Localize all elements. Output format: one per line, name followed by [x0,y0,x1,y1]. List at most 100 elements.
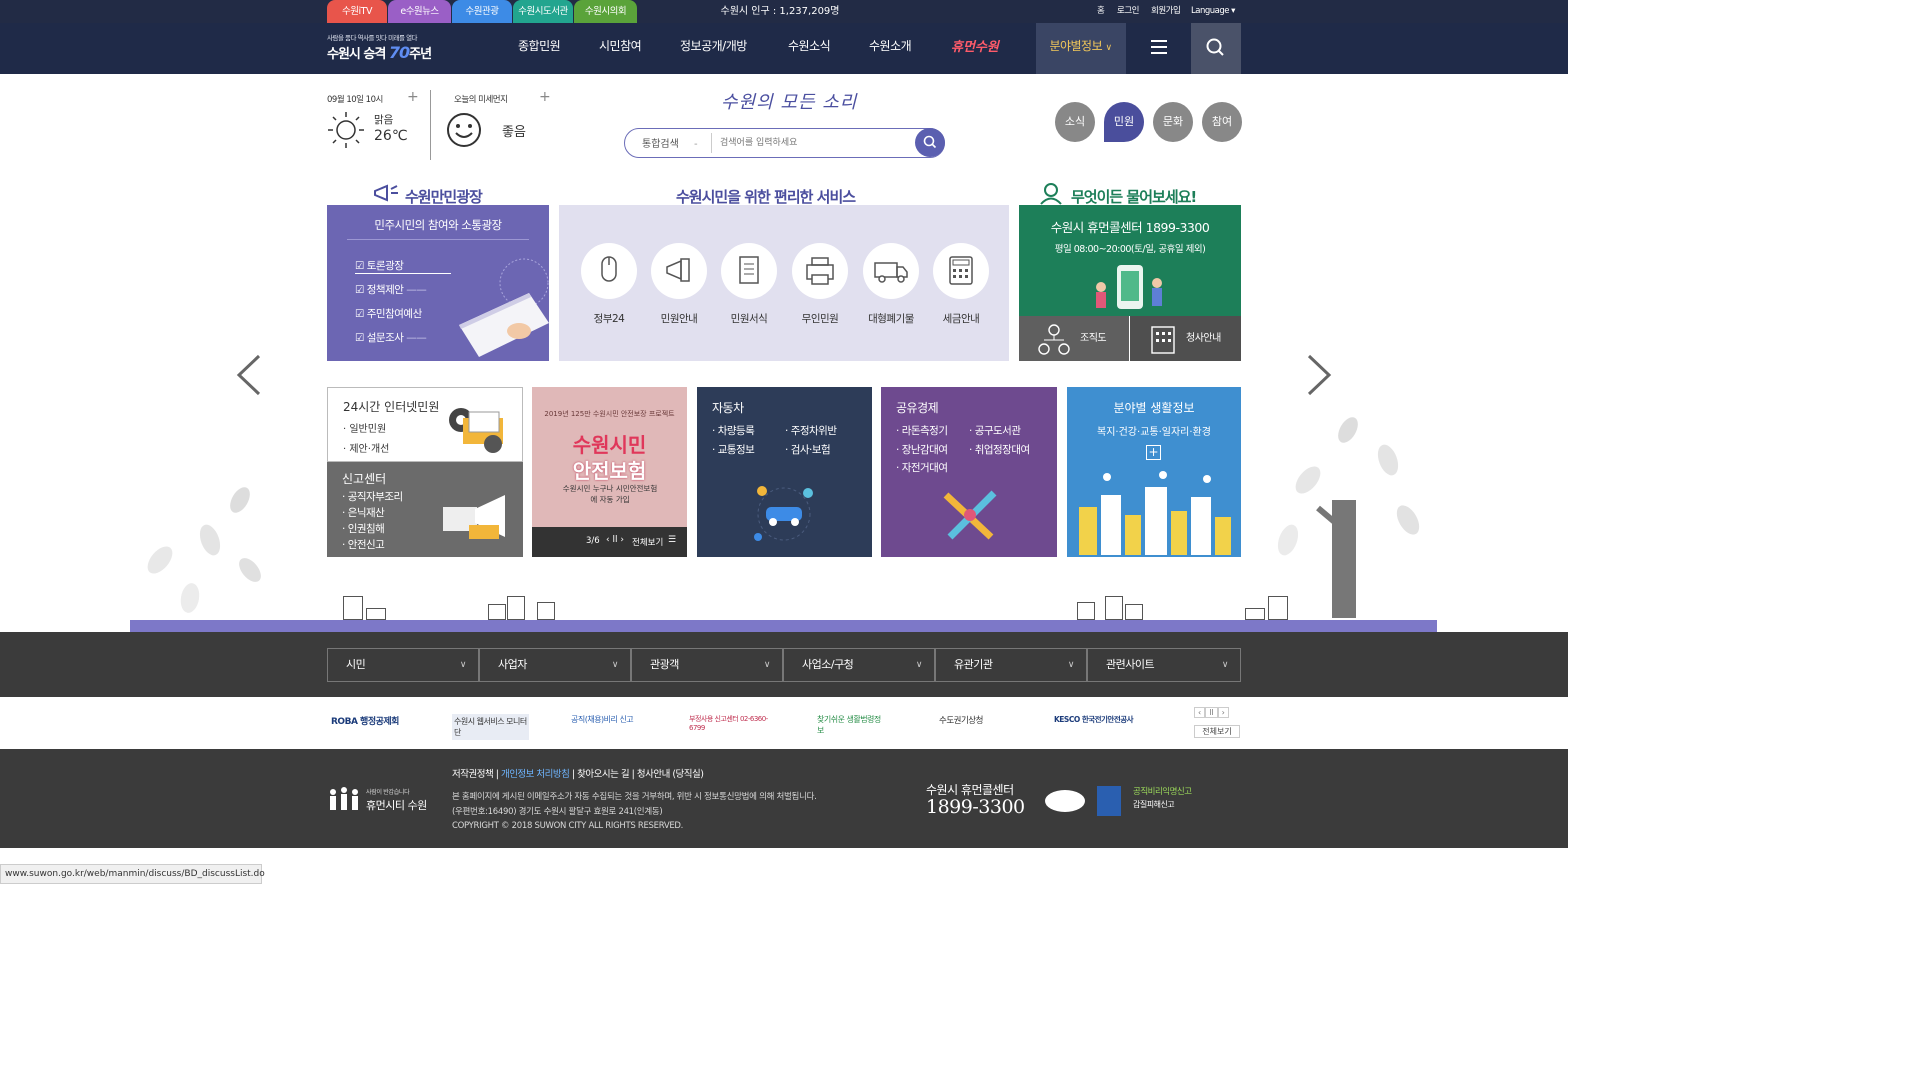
search-input[interactable] [711,133,911,153]
tile-report-center[interactable]: 신고센터 · 공직자부조리 · 은닉재산 · 인권침해 · 안전신고 [327,462,523,557]
pager-controls-icon[interactable]: ‹ ll › [606,535,624,545]
menu-participation[interactable]: 시민참여 [599,23,642,74]
harassment-report-link[interactable]: 갑질피해신고 [1133,799,1175,810]
tile-sharing-economy[interactable]: 공유경제 · 라돈측정기 · 공구도서관 · 장난감대여 · 취업정장대여 · … [881,387,1057,557]
plaza-item-label: 설문조사 [366,332,404,344]
plaza-item-survey[interactable]: ☑ 설문조사 —— [355,330,427,345]
hamburger-icon-line [1151,46,1167,48]
tile-car-item: · 주정차위반 [785,425,837,437]
footer-select-related-org[interactable]: 유관기관 ∨ [935,648,1087,682]
tile-report-title: 신고센터 [342,472,387,486]
laptop-illustration [459,258,549,357]
human-suwon-logo[interactable]: 휴먼수원 [951,36,999,55]
login-link[interactable]: 로그인 [1117,0,1139,23]
menu-civil-affairs[interactable]: 종합민원 [518,23,561,74]
ask-heading: 무엇이든 물어보세요! [1071,188,1197,206]
menu-news[interactable]: 수원소식 [788,23,831,74]
leaves-decoration [147,487,261,613]
anonymous-report-link[interactable]: 공직비리익명신고 [1133,785,1192,797]
house-decoration [1077,602,1095,620]
call-center-box[interactable]: 수원시 휴먼콜센터 1899-3300 평일 08:00~20:00(토/일, … [1019,205,1241,316]
site-logo[interactable]: 수원시 승격 70주년 [327,43,432,62]
prev-arrow-icon[interactable] [233,352,263,397]
civil-forms-button[interactable] [721,243,777,299]
tile-internet-civil[interactable]: 24시간 인터넷민원 · 일반민원 · 제안·개선 [327,387,523,462]
field-info-menu[interactable]: 분야별정보 ∨ [1036,23,1125,74]
pause-icon[interactable]: ll [1205,707,1218,718]
language-select[interactable]: Language ▾ [1191,0,1235,23]
logo-tagline: 사람을 품다 역사를 잇다 미래를 열다 [327,34,418,42]
footer-select-related-site[interactable]: 관련사이트 ∨ [1087,648,1241,682]
banner-hiring-report[interactable]: 공직(채용)비리 신고 [571,714,634,725]
service-label-unmanned: 무인민원 [801,313,839,325]
office-guide-button[interactable]: 청사안내 [1130,316,1241,361]
copyright-policy-link[interactable]: 저작권정책 [452,769,494,780]
banner-life-law[interactable]: 찾기쉬운 생활법령정보 [817,714,887,736]
arrow-line-icon: —— [406,332,427,344]
home-link[interactable]: 홈 [1097,0,1105,23]
search-button[interactable] [915,128,945,157]
footer-select-office[interactable]: 사업소/구청 ∨ [783,648,935,682]
house-decoration [1268,596,1288,620]
call-center-title: 수원시 휴먼콜센터 1899-3300 [1050,220,1210,235]
plaza-item-policy[interactable]: ☑ 정책제안 —— [355,282,427,297]
search-toggle-button[interactable] [1191,23,1241,74]
footer-select-citizen[interactable]: 시민 ∨ [327,648,479,682]
unmanned-civil-button[interactable] [792,243,848,299]
dropdown-icon: - [694,139,698,150]
insurance-pager-bar: 3/6 ‹ ll › 전체보기 ☰ [532,527,687,557]
tab-suwon-tour[interactable]: 수원관광 [452,0,512,23]
menu-intro[interactable]: 수원소개 [869,23,912,74]
directions-link[interactable]: 찾아오시는 길 [577,769,629,780]
tab-e-suwon-news[interactable]: e수원뉴스 [388,0,451,23]
plaza-item-budget[interactable]: ☑ 주민참여예산 [355,306,422,321]
plaza-item-debate[interactable]: ☑ 토론광장 [355,258,451,274]
tax-guide-button[interactable] [933,243,989,299]
call-center-illustration [1096,265,1162,309]
banner-web-monitor[interactable]: 수원시 웹서비스 모니터단 [452,714,529,740]
weather-more-icon[interactable]: + [407,89,419,105]
banner-roba[interactable]: ROBA 행정공제회 [331,714,399,727]
bulky-waste-button[interactable] [863,243,919,299]
tab-participate-circle[interactable]: 참여 [1202,102,1242,142]
tab-suwon-council[interactable]: 수원시의회 [574,0,637,23]
banner-misuse-report[interactable]: 부정사용 신고센터 02-6360-6799 [689,714,771,732]
checkbox-icon: ☑ [355,332,364,344]
prev-icon[interactable]: ‹ [1194,707,1206,718]
dust-more-icon[interactable]: + [539,89,551,105]
menu-info-open[interactable]: 정보공개/개방 [680,23,747,74]
banner-view-all-button[interactable]: 전체보기 [1194,725,1240,738]
tile-life-title: 분야별 생활정보 [1113,401,1195,415]
gov24-button[interactable] [581,243,637,299]
civil-guide-button[interactable] [651,243,707,299]
tile-car[interactable]: 자동차 · 차량등록 · 주정차위반 · 교통정보 · 검사·보험 [697,387,872,557]
tab-suwon-library[interactable]: 수원시도서관 [513,0,573,23]
logo-title-b: 주년 [409,47,432,62]
tile-car-title: 자동차 [712,401,744,415]
banner-kesco[interactable]: KESCO 한국전기안전공사 [1054,714,1134,725]
tile-safety-insurance[interactable]: 2019년 125만 수원시민 안전보장 프로젝트 수원시민 안전보험 수원시민… [532,387,687,557]
hamburger-menu-button[interactable] [1125,23,1191,74]
tab-suwon-itv[interactable]: 수원iTV [327,0,387,23]
tile-internet-item: · 제안·개선 [343,444,390,455]
weather-divider [430,90,431,160]
footer-select-label: 유관기관 [954,658,993,671]
tab-civil-circle[interactable]: 민원 [1104,102,1144,142]
join-link[interactable]: 회원가입 [1151,0,1181,23]
plus-icon[interactable]: + [1146,445,1161,460]
office-link[interactable]: 청사안내 (당직실) [637,769,704,780]
org-chart-button[interactable]: 조직도 [1019,316,1129,361]
tab-news-circle[interactable]: 소식 [1055,102,1095,142]
house-decoration [507,596,525,620]
tile-life-info[interactable]: 분야별 생활정보 복지·건강·교통·일자리·환경 + [1067,387,1241,557]
banner-weather-admin[interactable]: 수도권기상청 [939,714,983,726]
plaza-heading: 수원만민광장 [405,188,483,206]
top-bar: 수원iTV e수원뉴스 수원관광 수원시도서관 수원시의회 수원시 인구 : 1… [0,0,1568,23]
footer-select-business[interactable]: 사업자 ∨ [479,648,631,682]
view-all-link[interactable]: 전체보기 [632,536,663,548]
tab-culture-circle[interactable]: 문화 [1153,102,1193,142]
next-icon[interactable]: › [1217,707,1229,718]
footer-select-tourist[interactable]: 관광객 ∨ [631,648,783,682]
search-category-select[interactable]: 통합검색 - [642,135,698,150]
privacy-policy-link[interactable]: 개인정보 처리방침 [501,769,570,780]
